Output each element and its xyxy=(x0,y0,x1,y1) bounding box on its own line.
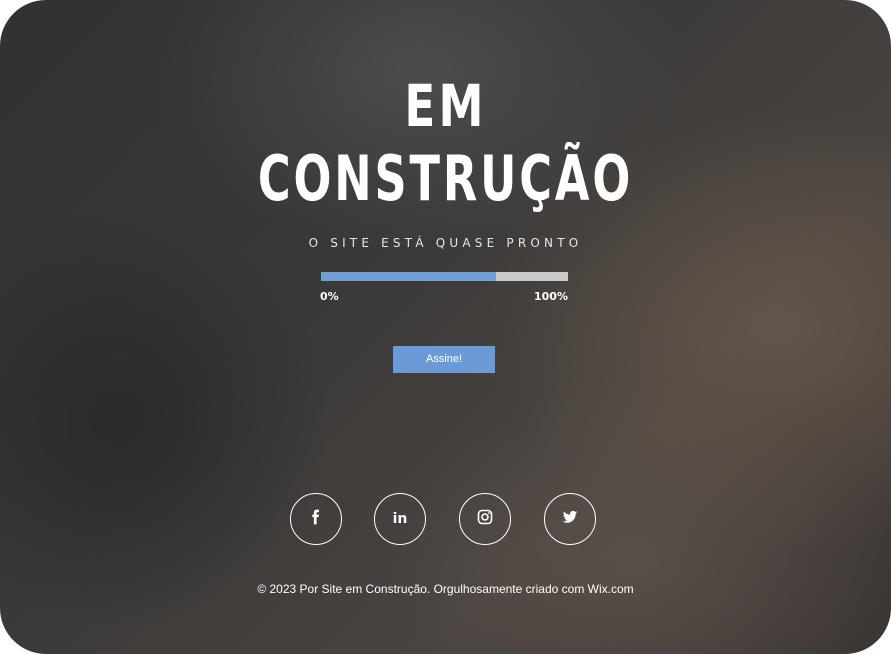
linkedin-button[interactable]: in xyxy=(374,493,426,545)
progress-bar-fill xyxy=(321,272,497,281)
linkedin-icon: in xyxy=(392,511,408,527)
subscribe-button[interactable]: Assine! xyxy=(393,346,495,373)
social-links: in xyxy=(0,493,891,549)
footer-text: © 2023 Por Site em Construção. Orgulhosa… xyxy=(257,582,634,596)
twitter-icon xyxy=(561,508,579,531)
facebook-button[interactable] xyxy=(290,493,342,545)
page-title-line-2: CONSTRUÇÃO xyxy=(257,142,634,215)
page-subtitle: O SITE ESTÁ QUASE PRONTO xyxy=(308,236,583,250)
progress-max-label: 100% xyxy=(534,290,568,303)
page-title-line-1: EM xyxy=(404,72,487,140)
progress-bar xyxy=(321,272,568,281)
instagram-icon xyxy=(476,508,494,531)
facebook-icon xyxy=(307,508,325,531)
progress-min-label: 0% xyxy=(320,290,339,303)
twitter-button[interactable] xyxy=(544,493,596,545)
instagram-button[interactable] xyxy=(459,493,511,545)
page-background: EM CONSTRUÇÃO O SITE ESTÁ QUASE PRONTO 0… xyxy=(0,0,891,654)
